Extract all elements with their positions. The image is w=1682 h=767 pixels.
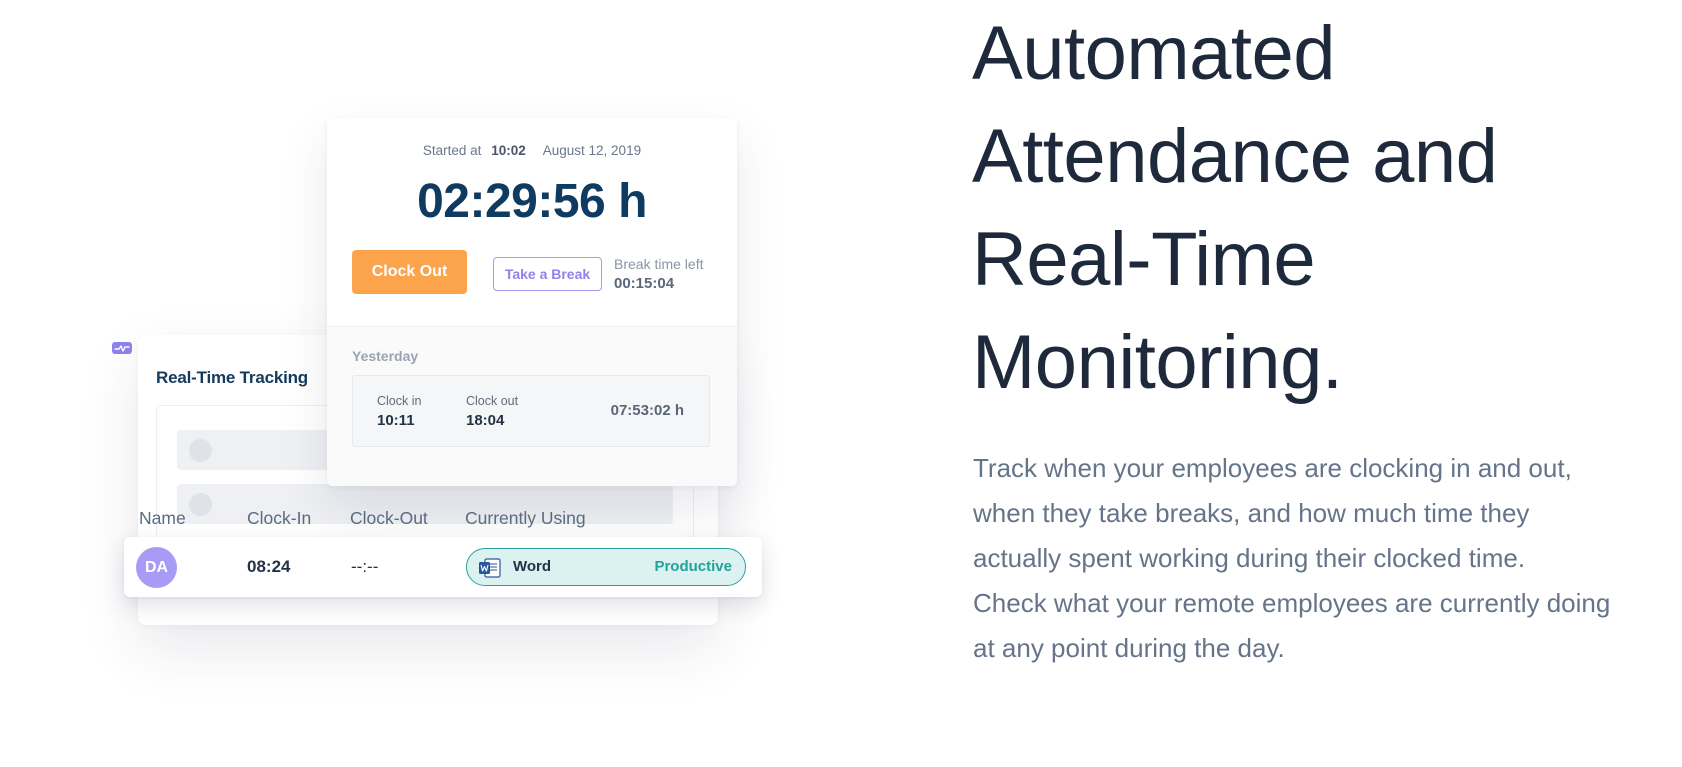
yesterday-label: Yesterday xyxy=(352,348,419,364)
take-break-button[interactable]: Take a Break xyxy=(493,257,602,291)
started-at-time: 10:02 xyxy=(491,143,526,158)
headline-line: Real-Time xyxy=(972,217,1316,302)
column-header-name: Name xyxy=(139,508,186,528)
feature-description: Track when your employees are clocking i… xyxy=(973,446,1613,671)
clock-out-button[interactable]: Clock Out xyxy=(352,250,467,294)
yesterday-summary: Clock in 10:11 Clock out 18:04 07:53:02 … xyxy=(352,375,710,447)
table-row[interactable]: DA 08:24 --:-- Word Productive xyxy=(124,537,762,597)
yesterday-section: Yesterday Clock in 10:11 Clock out 18:04… xyxy=(327,326,737,486)
clock-in-label: Clock in xyxy=(377,394,422,408)
column-header-clock-out: Clock-Out xyxy=(350,508,428,528)
clock-timer-card: Started at 10:02 August 12, 2019 02:29:5… xyxy=(327,118,737,486)
started-at-line: Started at 10:02 August 12, 2019 xyxy=(327,143,737,158)
description-paragraph: Check what your remote employees are cur… xyxy=(973,588,1611,663)
productivity-status: Productive xyxy=(654,558,732,575)
clock-in-value: 10:11 xyxy=(377,412,415,429)
elapsed-timer: 02:29:56 h xyxy=(417,175,647,228)
avatar: DA xyxy=(136,547,177,588)
break-time-left-value: 00:15:04 xyxy=(614,275,675,292)
description-paragraph: Track when your employees are clocking i… xyxy=(973,453,1572,573)
feature-illustration: Real-Time Tracking Started at 10:02 Augu… xyxy=(0,0,900,767)
tracking-card-title: Real-Time Tracking xyxy=(156,368,308,387)
break-time-left-label: Break time left xyxy=(614,256,704,272)
page-headline: Automated Attendance and Real-Time Monit… xyxy=(972,2,1632,414)
current-app-badge: Word Productive xyxy=(466,548,746,586)
headline-line: Monitoring. xyxy=(972,320,1343,405)
row-clock-out: --:-- xyxy=(351,557,379,576)
started-at-date: August 12, 2019 xyxy=(542,143,642,158)
column-header-currently-using: Currently Using xyxy=(465,508,586,528)
current-app-name: Word xyxy=(513,558,552,575)
clock-out-value: 18:04 xyxy=(466,412,505,429)
tracking-table-header: Name Clock-In Clock-Out Currently Using xyxy=(139,508,779,532)
word-icon xyxy=(479,558,501,578)
column-header-clock-in: Clock-In xyxy=(247,508,312,528)
headline-line: Attendance and xyxy=(972,114,1498,199)
yesterday-total: 07:53:02 h xyxy=(610,402,684,419)
headline-line: Automated xyxy=(972,11,1336,96)
activity-pulse-icon xyxy=(112,342,132,354)
placeholder-avatar xyxy=(189,439,212,462)
started-at-label: Started at xyxy=(422,143,482,158)
timer-current-session: Started at 10:02 August 12, 2019 02:29:5… xyxy=(327,118,737,320)
clock-out-label: Clock out xyxy=(466,394,519,408)
row-clock-in: 08:24 xyxy=(247,557,291,576)
